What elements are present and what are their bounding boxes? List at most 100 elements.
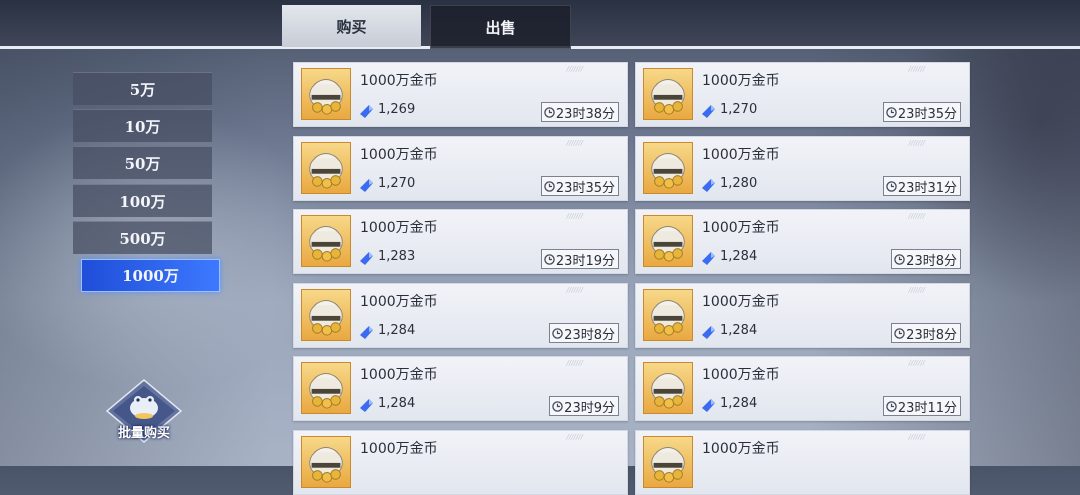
timer-text: 23时35分 — [897, 106, 957, 122]
coin-bag-icon — [643, 289, 693, 341]
listing-timer: 23时8分 — [891, 323, 961, 343]
denomination-button[interactable]: 5万 — [73, 72, 212, 105]
card-decoration: /////// — [566, 139, 583, 147]
clock-icon — [886, 400, 897, 412]
coin-bag-icon — [643, 68, 693, 120]
coin-bag-icon — [643, 436, 693, 488]
timer-text: 23时38分 — [555, 106, 615, 122]
listing-price: 1,270 — [720, 102, 758, 117]
timer-text: 23时8分 — [906, 327, 957, 343]
listing-name: 1000万金币 — [702, 73, 780, 89]
listing-name: 1000万金币 — [702, 147, 780, 163]
timer-text: 23时8分 — [564, 327, 615, 343]
listing-card[interactable]: /////// 1000万金币 1,280 23时31分 — [635, 136, 970, 201]
clock-icon — [544, 180, 555, 192]
card-decoration: /////// — [908, 433, 925, 441]
listing-timer: 23时8分 — [891, 249, 961, 269]
card-decoration: /////// — [908, 359, 925, 367]
card-decoration: /////// — [566, 212, 583, 220]
listing-timer: 23时31分 — [882, 176, 961, 196]
listing-card[interactable]: /////// 1000万金币 1,270 23时35分 — [635, 62, 970, 127]
listing-price: 1,284 — [378, 396, 416, 411]
denomination-button[interactable]: 500万 — [73, 221, 212, 254]
listing-timer: 23时9分 — [549, 396, 619, 416]
clock-icon — [894, 327, 905, 339]
listing-price: 1,284 — [378, 323, 416, 338]
listing-card[interactable]: /////// 1000万金币 1,284 23时9分 — [293, 356, 628, 421]
denomination-button[interactable]: 10万 — [73, 109, 212, 142]
listing-name: 1000万金币 — [360, 220, 438, 236]
listing-timer: 23时11分 — [882, 396, 961, 416]
listing-card[interactable]: /////// 1000万金币 1,284 23时8分 — [293, 283, 628, 348]
card-decoration: /////// — [566, 359, 583, 367]
listing-card[interactable]: /////// 1000万金币 1,283 23时19分 — [293, 209, 628, 274]
clock-icon — [544, 106, 555, 118]
listing-price: 1,270 — [378, 176, 416, 191]
timer-text: 23时9分 — [564, 400, 615, 416]
listing-timer: 23时38分 — [540, 102, 619, 122]
listing-price: 1,284 — [720, 249, 758, 264]
listing-card[interactable]: /////// 1000万金币 1,269 23时38分 — [293, 62, 628, 127]
listing-timer: 23时35分 — [540, 176, 619, 196]
listing-card[interactable]: /////// 1000万金币 1,284 23时8分 — [635, 283, 970, 348]
listing-card[interactable]: /////// 1000万金币 1,284 23时11分 — [635, 356, 970, 421]
gem-icon — [360, 177, 373, 192]
timer-text: 23时35分 — [555, 180, 615, 196]
gem-icon — [702, 250, 715, 265]
listing-name: 1000万金币 — [702, 367, 780, 383]
listing-name: 1000万金币 — [360, 73, 438, 89]
card-decoration: /////// — [566, 65, 583, 73]
listing-name: 1000万金币 — [360, 441, 438, 457]
clock-icon — [552, 400, 563, 412]
listing-card[interactable]: /////// 1000万金币 — [293, 430, 628, 495]
card-decoration: /////// — [908, 286, 925, 294]
gem-icon — [702, 177, 715, 192]
listing-card[interactable]: /////// 1000万金币 1,284 23时8分 — [635, 209, 970, 274]
listing-price: 1,283 — [378, 249, 416, 264]
card-decoration: /////// — [566, 286, 583, 294]
coin-bag-icon — [301, 142, 351, 194]
coin-bag-icon — [301, 289, 351, 341]
timer-text: 23时11分 — [897, 400, 957, 416]
card-decoration: /////// — [908, 139, 925, 147]
listing-name: 1000万金币 — [702, 294, 780, 310]
card-decoration: /////// — [908, 65, 925, 73]
bulk-buy-label[interactable]: 批量购买 — [104, 422, 184, 441]
listing-timer: 23时8分 — [549, 323, 619, 343]
timer-text: 23时19分 — [555, 253, 615, 269]
clock-icon — [886, 180, 897, 192]
listing-timer: 23时19分 — [540, 249, 619, 269]
listing-name: 1000万金币 — [702, 220, 780, 236]
gem-icon — [360, 324, 373, 339]
listing-timer: 23时35分 — [882, 102, 961, 122]
coin-bag-icon — [301, 68, 351, 120]
timer-text: 23时31分 — [897, 180, 957, 196]
listing-name: 1000万金币 — [360, 294, 438, 310]
listing-name: 1000万金币 — [360, 147, 438, 163]
card-decoration: /////// — [908, 212, 925, 220]
tab-buy[interactable]: 购买 — [282, 5, 421, 47]
tab-sell[interactable]: 出售 — [430, 5, 571, 49]
coin-bag-icon — [301, 362, 351, 414]
coin-bag-icon — [643, 215, 693, 267]
listing-card[interactable]: /////// 1000万金币 — [635, 430, 970, 495]
listing-price: 1,269 — [378, 102, 416, 117]
denomination-button[interactable]: 50万 — [73, 146, 212, 179]
listing-price: 1,284 — [720, 396, 758, 411]
listing-name: 1000万金币 — [360, 367, 438, 383]
listing-name: 1000万金币 — [702, 441, 780, 457]
timer-text: 23时8分 — [906, 253, 957, 269]
gem-icon — [702, 397, 715, 412]
listing-card[interactable]: /////// 1000万金币 1,270 23时35分 — [293, 136, 628, 201]
listing-price: 1,280 — [720, 176, 758, 191]
listing-price: 1,284 — [720, 323, 758, 338]
denomination-button[interactable]: 1000万 — [81, 259, 220, 292]
gem-icon — [360, 103, 373, 118]
clock-icon — [552, 327, 563, 339]
coin-bag-icon — [301, 215, 351, 267]
clock-icon — [886, 106, 897, 118]
coin-bag-icon — [643, 142, 693, 194]
denomination-button[interactable]: 100万 — [73, 184, 212, 217]
coin-bag-icon — [301, 436, 351, 488]
clock-icon — [894, 253, 905, 265]
